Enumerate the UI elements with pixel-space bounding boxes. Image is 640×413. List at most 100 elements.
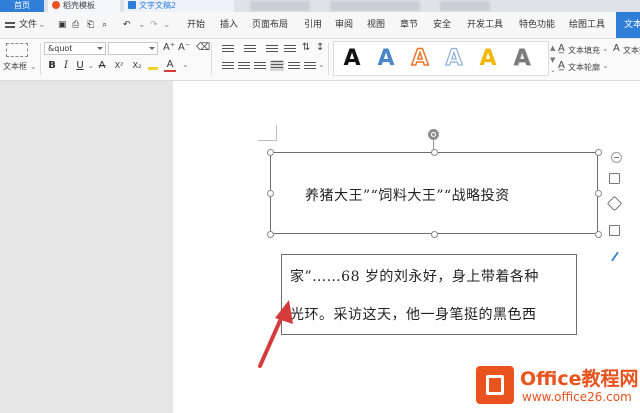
highlight-icon[interactable] [148, 60, 158, 70]
text-effect-label[interactable]: 文本效 [623, 45, 640, 56]
textbox-dropdown-icon[interactable]: ⌄ [30, 62, 37, 71]
shape-fill-icon[interactable] [605, 195, 625, 213]
collapse-icon[interactable] [611, 152, 622, 163]
font-color-dropdown-icon[interactable]: ⌄ [182, 60, 189, 69]
resize-handle-top-left[interactable] [267, 149, 274, 156]
chevron-down-icon[interactable]: ⌄ [38, 12, 46, 38]
tab-document[interactable]: 文字文稿2 [124, 0, 234, 12]
sort-icon[interactable]: ↕ [316, 42, 324, 53]
tab-docer-templates[interactable]: 稻壳模板 [48, 0, 120, 12]
resize-handle-top-right[interactable] [595, 149, 602, 156]
subscript-button[interactable]: X₂ [130, 60, 144, 72]
clear-format-icon[interactable]: ⌫ [196, 42, 210, 53]
menu-text-tools[interactable]: 文本 [616, 12, 640, 38]
textbox-button-label[interactable]: 文本框 [3, 61, 27, 72]
menu-review[interactable]: 审阅 [335, 12, 353, 38]
watermark: Office教程网 www.office26.com [470, 358, 640, 413]
menu-developer[interactable]: 开发工具 [467, 12, 503, 38]
chevron-down-icon [97, 47, 103, 50]
chevron-down-icon [149, 47, 155, 50]
menu-icon[interactable] [5, 22, 15, 28]
justify-icon[interactable] [270, 60, 284, 71]
print-preview-icon[interactable]: ⌕ [102, 12, 107, 38]
gallery-scroll-down-icon[interactable]: ▼ [550, 56, 555, 64]
textbox-icon[interactable] [6, 43, 28, 57]
textbox-text[interactable]: 养猪大王”“饲料大王”“战略投资 [305, 185, 510, 205]
print-icon[interactable]: ⎗ [87, 12, 94, 38]
office-logo-icon [476, 366, 514, 404]
align-center-icon[interactable] [238, 62, 250, 71]
menu-features[interactable]: 特色功能 [519, 12, 555, 38]
undo-dropdown-icon[interactable]: ⌄ [138, 12, 146, 38]
increase-indent-icon[interactable] [284, 45, 296, 54]
text-style-light-blue-outline[interactable]: A [438, 42, 470, 75]
text-fill-label[interactable]: 文本填充 [568, 45, 600, 56]
blurred-region [330, 1, 420, 11]
edit-pen-icon[interactable] [605, 248, 625, 266]
text-outline-icon[interactable]: A̲ [558, 60, 565, 71]
shape-outline-icon[interactable] [605, 222, 625, 240]
page-margin-corner-mark [258, 125, 277, 141]
menu-drawing-tools[interactable]: 绘图工具 [569, 12, 605, 38]
resize-handle-left[interactable] [267, 190, 274, 197]
numbered-list-icon[interactable] [244, 45, 256, 54]
text-outline-label[interactable]: 文本轮廓 [568, 62, 600, 73]
text-fill-icon[interactable]: A̲ [558, 43, 565, 54]
customize-toolbar-icon[interactable]: ⌄ [163, 12, 171, 38]
resize-handle-bottom[interactable] [431, 231, 438, 238]
text-style-gold[interactable]: A [472, 42, 504, 75]
text-fill-dropdown-icon[interactable]: ⌄ [602, 44, 609, 53]
menu-start[interactable]: 开始 [187, 12, 205, 38]
text-effect-icon[interactable]: A [613, 43, 620, 54]
menu-view[interactable]: 视图 [367, 12, 385, 38]
resize-handle-bottom-right[interactable] [595, 231, 602, 238]
divider [40, 43, 41, 75]
layout-options-icon[interactable] [605, 170, 625, 188]
text-style-blue[interactable]: A [370, 42, 402, 75]
text-style-orange-outline[interactable]: A [404, 42, 436, 75]
line-spacing-dropdown-icon[interactable]: ⌄ [318, 60, 325, 69]
undo-icon[interactable]: ↶ [123, 12, 131, 38]
watermark-title: Office教程网 [520, 368, 639, 390]
redo-icon[interactable]: ↷ [150, 12, 158, 38]
text-style-gray[interactable]: A [506, 42, 538, 75]
menu-security[interactable]: 安全 [433, 12, 451, 38]
italic-button[interactable]: I [60, 60, 72, 72]
rotate-handle-icon[interactable] [428, 129, 439, 140]
superscript-button[interactable]: X² [112, 60, 126, 72]
menu-chapter[interactable]: 章节 [400, 12, 418, 38]
save-icon[interactable]: ▣ [58, 12, 67, 38]
align-right-icon[interactable] [254, 62, 266, 71]
distributed-align-icon[interactable] [288, 62, 300, 71]
text-style-black[interactable]: A [336, 42, 368, 75]
blurred-region [250, 1, 310, 11]
menu-page-layout[interactable]: 页面布局 [252, 12, 288, 38]
menu-insert[interactable]: 插入 [220, 12, 238, 38]
text-outline-dropdown-icon[interactable]: ⌄ [602, 61, 609, 70]
tab-home[interactable]: 首页 [0, 0, 44, 12]
resize-handle-right[interactable] [595, 190, 602, 197]
font-color-button[interactable]: A [164, 59, 176, 72]
tab-document-label: 文字文稿2 [139, 1, 177, 10]
bullet-list-icon[interactable] [222, 45, 234, 54]
bold-button[interactable]: B [46, 60, 58, 72]
align-left-icon[interactable] [222, 62, 234, 71]
strikethrough-button[interactable]: A [96, 60, 108, 72]
shrink-font-icon[interactable]: A⁻ [178, 42, 190, 53]
menu-references[interactable]: 引用 [304, 12, 322, 38]
export-pdf-icon[interactable]: ⎙ [72, 12, 79, 38]
resize-handle-bottom-left[interactable] [267, 231, 274, 238]
blurred-region [440, 1, 490, 11]
gallery-expand-icon[interactable]: ⌄ [550, 66, 556, 74]
annotation-arrow-icon [258, 300, 293, 368]
menu-file[interactable]: 文件 [19, 12, 37, 38]
line-spacing-icon[interactable] [304, 62, 316, 71]
grow-font-icon[interactable]: A⁺ [163, 42, 175, 53]
font-size-select[interactable] [108, 42, 158, 55]
decrease-indent-icon[interactable] [266, 45, 278, 54]
text-direction-icon[interactable]: ⇅ [302, 42, 310, 53]
resize-handle-top[interactable] [431, 149, 438, 156]
gallery-scroll-up-icon[interactable]: ▲ [550, 44, 555, 52]
divider [328, 43, 329, 75]
font-name-select[interactable]: &quot [44, 42, 106, 55]
